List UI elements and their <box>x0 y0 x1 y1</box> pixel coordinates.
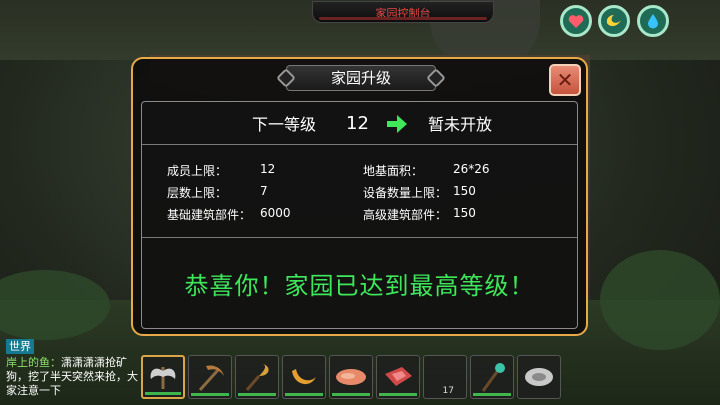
top-title-bar[interactable]: 家园控制台 <box>312 1 494 23</box>
double-axe-icon <box>150 367 176 389</box>
durability-bar <box>145 392 181 395</box>
background-bush <box>600 250 720 350</box>
hotbar-slot[interactable] <box>235 355 279 399</box>
staff-icon <box>481 363 505 392</box>
chat-message[interactable]: 岸上的鱼：潇潇潇潇抢矿狗，挖了半天突然来抢，大家注意一下 <box>6 356 140 398</box>
level-row: 下一等级 12 暂未开放 <box>142 102 577 145</box>
durability-bar <box>379 393 417 396</box>
hotbar-slot[interactable] <box>282 355 326 399</box>
item-count: 17 <box>442 386 454 396</box>
basic-parts-label: 基础建筑部件： <box>167 208 252 222</box>
hotbar-slot[interactable] <box>329 355 373 399</box>
member-limit-value: 12 <box>260 162 276 176</box>
foundation-area-value: 26*26 <box>453 162 490 176</box>
chat-sender: 岸上的鱼： <box>6 356 61 369</box>
arrow-right-icon <box>387 115 407 133</box>
durability-bar <box>285 393 323 396</box>
home-upgrade-dialog: 家园升级 ✕ 下一等级 12 暂未开放 成员上限： 12 层数上限： 7 基础建… <box>131 57 588 336</box>
hotbar-slot[interactable] <box>517 355 561 399</box>
heart-icon[interactable] <box>560 5 592 37</box>
stats-section: 成员上限： 12 层数上限： 7 基础建筑部件： 6000 地基面积： 26*2… <box>142 145 577 238</box>
hotbar-slot[interactable] <box>376 355 420 399</box>
banana-icon <box>292 369 316 385</box>
ornament-icon <box>426 68 446 88</box>
hotbar-slot[interactable] <box>141 355 185 399</box>
hotbar-slot[interactable] <box>188 355 232 399</box>
current-level-value: 12 <box>346 112 369 134</box>
raw-meat-icon <box>385 367 412 386</box>
water-drop-icon[interactable] <box>637 5 669 37</box>
hotbar: 17 <box>141 355 561 399</box>
equipment-limit-label: 设备数量上限： <box>363 186 448 200</box>
member-limit-label: 成员上限： <box>167 164 228 178</box>
equipment-limit-value: 150 <box>453 184 476 198</box>
upgrade-info-panel: 下一等级 12 暂未开放 成员上限： 12 层数上限： 7 基础建筑部件： 60… <box>141 101 578 329</box>
disc-icon <box>525 368 553 386</box>
dialog-title: 家园升级 <box>330 69 391 87</box>
top-title-progress <box>319 17 487 20</box>
stomach-icon[interactable] <box>598 5 630 37</box>
hotbar-slot[interactable]: 17 <box>423 355 467 399</box>
next-level-status: 暂未开放 <box>428 115 493 134</box>
max-level-message: 恭喜你！家园已达到最高等级！ <box>184 271 535 300</box>
durability-bar <box>238 393 276 396</box>
foundation-area-label: 地基面积： <box>363 164 424 178</box>
durability-bar <box>473 393 511 396</box>
advanced-parts-value: 150 <box>453 206 476 220</box>
hotbar-slot[interactable] <box>470 355 514 399</box>
dialog-title-tab: 家园升级 <box>276 65 446 91</box>
close-button[interactable]: ✕ <box>549 64 581 96</box>
floor-limit-label: 层数上限： <box>167 186 228 200</box>
advanced-parts-label: 高级建筑部件： <box>363 208 448 222</box>
sickle-icon <box>245 364 269 391</box>
pickaxe-icon <box>198 365 224 392</box>
durability-bar <box>332 393 370 396</box>
meat-icon <box>336 369 366 385</box>
close-icon: ✕ <box>556 68 574 92</box>
chat-channel-tab[interactable]: 世界 <box>6 339 34 354</box>
floor-limit-value: 7 <box>260 184 268 198</box>
basic-parts-value: 6000 <box>260 206 291 220</box>
next-level-label: 下一等级 <box>252 115 317 134</box>
durability-bar <box>191 393 229 396</box>
ornament-icon <box>276 68 296 88</box>
